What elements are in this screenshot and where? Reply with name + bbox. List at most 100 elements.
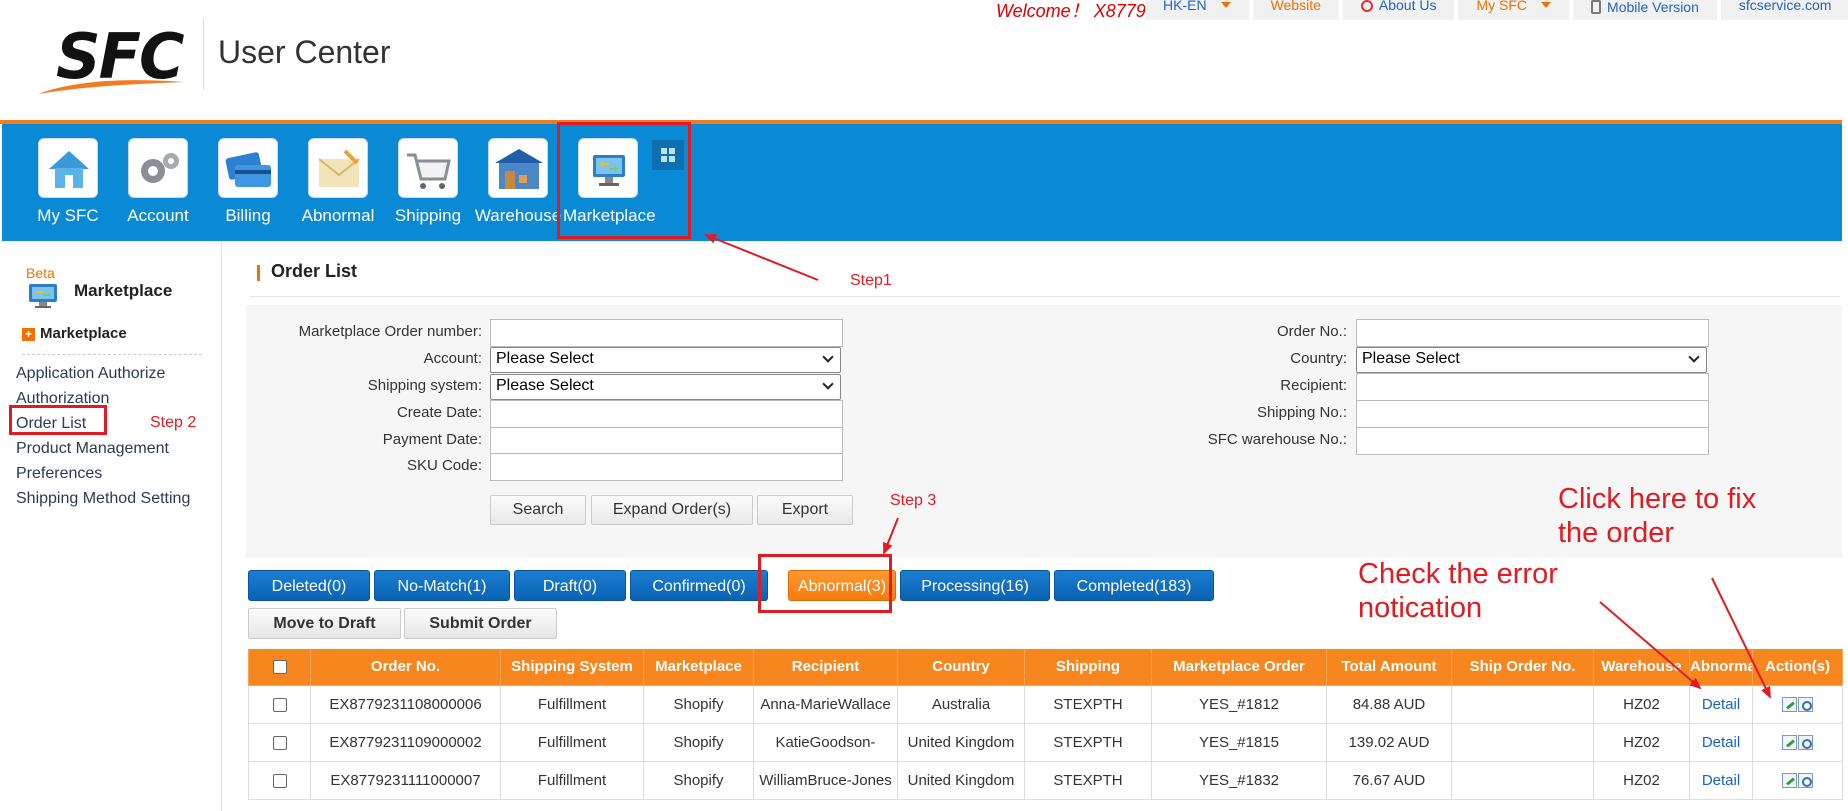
ship-order-no-cell — [1451, 760, 1594, 800]
check-error-annotation: Check the error notication — [1358, 557, 1558, 625]
nav-account[interactable]: Account — [113, 138, 203, 238]
move-to-draft-button[interactable]: Move to Draft — [248, 608, 401, 639]
sfcservice-link[interactable]: sfcservice.com — [1720, 0, 1848, 20]
monitor-icon — [29, 284, 57, 308]
column-header: Shipping — [1024, 649, 1152, 686]
column-header: Total Amount — [1326, 649, 1452, 686]
nav-my-sfc[interactable]: My SFC — [23, 138, 113, 238]
search-button[interactable]: Search — [490, 495, 586, 525]
marketplace-order-cell: YES_#1815 — [1151, 722, 1327, 762]
home-icon — [38, 138, 98, 198]
shipping-system-cell: Fulfillment — [500, 722, 644, 762]
order-no-cell: EX8779231108000006 — [310, 684, 501, 724]
edit-icon[interactable] — [1781, 735, 1797, 751]
table-row: EX8779231108000006 Fulfillment Shopify A… — [248, 684, 1843, 724]
column-header: Warehouse — [1593, 649, 1690, 686]
nav-billing[interactable]: Billing — [203, 138, 293, 238]
row-select-cell — [248, 722, 311, 762]
marketplace-order-cell: YES_#1812 — [1151, 684, 1327, 724]
marketplace-cell: Shopify — [643, 722, 754, 762]
abnormal-detail-link[interactable]: Detail — [1702, 734, 1740, 751]
order-no-label: Order No.: — [1276, 323, 1347, 340]
about-us-label: About Us — [1378, 0, 1437, 13]
column-header: Marketplace — [643, 649, 754, 686]
row-checkbox[interactable] — [272, 697, 287, 712]
nav-label: Abnormal — [301, 206, 375, 225]
sfcservice-label: sfcservice.com — [1738, 0, 1832, 13]
sidebar-item-preferences[interactable]: Preferences — [16, 461, 190, 486]
select-all-checkbox[interactable] — [272, 660, 287, 675]
step1-label: Step1 — [850, 272, 892, 289]
nav-warehouse[interactable]: Warehouse — [473, 138, 563, 238]
row-checkbox[interactable] — [272, 735, 287, 750]
chevron-down-icon — [1541, 2, 1552, 8]
view-icon[interactable] — [1797, 773, 1813, 789]
my-sfc-label: My SFC — [1476, 0, 1528, 13]
view-icon[interactable] — [1797, 735, 1813, 751]
submit-order-button[interactable]: Submit Order — [404, 608, 557, 639]
mobile-version-label: Mobile Version — [1607, 0, 1699, 15]
order-no-input[interactable] — [1356, 319, 1709, 347]
about-us-link[interactable]: About Us — [1342, 0, 1455, 20]
step2-highlight-box — [9, 405, 107, 435]
total-amount-cell: 84.88 AUD — [1326, 684, 1452, 724]
country-select-value: Please Select — [1362, 350, 1460, 367]
fix-annotation-line1: Click here to fix — [1558, 483, 1757, 515]
country-label: Country: — [1290, 350, 1347, 367]
country-cell: United Kingdom — [897, 760, 1025, 800]
tab-draft[interactable]: Draft(0) — [514, 570, 626, 601]
shipping-cell: STEXPTH — [1024, 760, 1152, 800]
tab-processing[interactable]: Processing(16) — [900, 570, 1050, 601]
tab-confirmed[interactable]: Confirmed(0) — [630, 570, 768, 601]
view-icon[interactable] — [1797, 697, 1813, 713]
sku-code-row: SKU Code: — [246, 453, 482, 481]
nav-label: Billing — [225, 206, 271, 225]
export-button[interactable]: Export — [757, 495, 853, 525]
sidebar-item-application-authorize[interactable]: Application Authorize — [16, 361, 190, 386]
header-divider — [250, 296, 1840, 297]
chevron-down-icon — [1688, 351, 1700, 363]
website-link[interactable]: Website — [1252, 0, 1339, 20]
sfc-warehouse-no-input[interactable] — [1356, 427, 1709, 455]
country-select[interactable]: Please Select — [1356, 347, 1707, 373]
abnormal-detail-link[interactable]: Detail — [1702, 696, 1740, 713]
phone-icon — [1591, 0, 1602, 14]
fix-annotation-line2: the order — [1558, 517, 1675, 549]
cards-icon — [218, 138, 278, 198]
abnormal-cell: Detail — [1689, 760, 1753, 800]
recipient-input[interactable] — [1356, 373, 1709, 401]
language-selector[interactable]: HK-EN — [1145, 0, 1249, 20]
shipping-system-cell: Fulfillment — [500, 760, 644, 800]
row-checkbox[interactable] — [272, 773, 287, 788]
edit-icon[interactable] — [1781, 773, 1797, 789]
tab-completed[interactable]: Completed(183) — [1054, 570, 1214, 601]
edit-icon[interactable] — [1781, 697, 1797, 713]
ship-order-no-cell — [1451, 722, 1594, 762]
website-label: Website — [1270, 0, 1321, 13]
warehouse-cell: HZ02 — [1593, 760, 1690, 800]
shipping-no-input[interactable] — [1356, 400, 1709, 428]
sfc-logo[interactable]: SFC — [34, 16, 204, 96]
my-sfc-menu[interactable]: My SFC — [1458, 0, 1570, 20]
nav-abnormal[interactable]: Abnormal — [293, 138, 383, 238]
expand-plus-icon[interactable]: + — [22, 328, 35, 341]
ship-order-no-cell — [1451, 684, 1594, 724]
sidebar-section-marketplace[interactable]: + Marketplace — [22, 325, 202, 355]
sfc-warehouse-no-row: SFC warehouse No.: — [246, 427, 1347, 455]
sidebar-item-shipping-method-setting[interactable]: Shipping Method Setting — [16, 486, 190, 511]
expand-orders-button[interactable]: Expand Order(s) — [591, 495, 753, 525]
marketplace-cell: Shopify — [643, 684, 754, 724]
column-header: Shipping System — [500, 649, 644, 686]
page: SFC User Center Welcome！ X8779 HK-EN Web… — [0, 0, 1848, 811]
nav-shipping[interactable]: Shipping — [383, 138, 473, 238]
tab-no-match[interactable]: No-Match(1) — [374, 570, 510, 601]
step1-highlight-box — [557, 122, 691, 239]
mobile-version-link[interactable]: Mobile Version — [1573, 0, 1717, 20]
sfc-warehouse-no-label: SFC warehouse No.: — [1207, 431, 1347, 448]
sidebar-header: Beta Marketplace — [14, 255, 214, 315]
logo-swoosh-icon — [38, 80, 184, 94]
sku-code-input[interactable] — [490, 453, 843, 481]
sidebar-item-product-management[interactable]: Product Management — [16, 436, 190, 461]
tab-deleted[interactable]: Deleted(0) — [248, 570, 370, 601]
abnormal-detail-link[interactable]: Detail — [1702, 772, 1740, 789]
